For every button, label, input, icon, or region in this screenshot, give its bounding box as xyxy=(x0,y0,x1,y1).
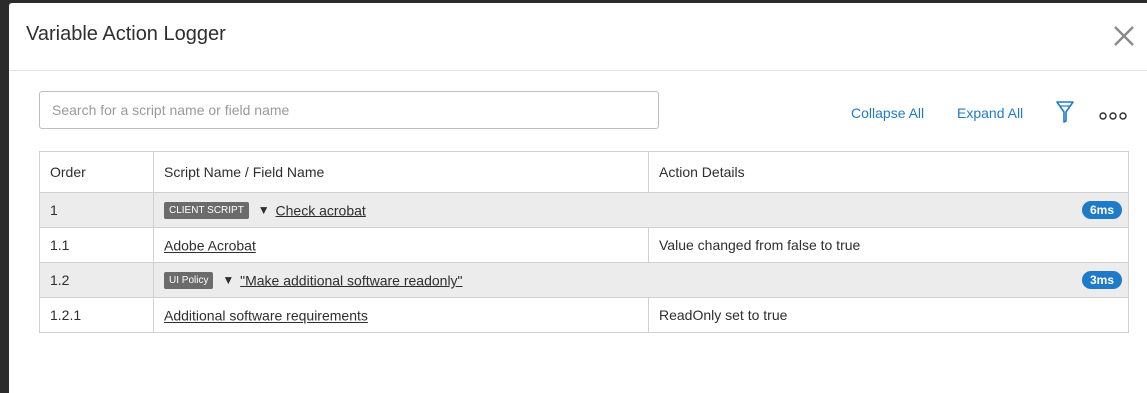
order-cell: 1.2 xyxy=(39,262,154,298)
dialog-title: Variable Action Logger xyxy=(26,23,226,45)
field-cell: Adobe Acrobat xyxy=(153,227,649,263)
table-row: 1.2.1 Additional software requirements R… xyxy=(39,297,1129,333)
variable-action-logger-dialog: Variable Action Logger Collapse All Expa… xyxy=(9,3,1147,393)
column-header-action-details: Action Details xyxy=(648,151,1129,193)
field-link-additional-software-requirements[interactable]: Additional software requirements xyxy=(164,308,368,324)
dialog-header: Variable Action Logger xyxy=(9,3,1147,71)
filter-icon[interactable] xyxy=(1055,100,1075,124)
time-badge: 3ms xyxy=(1081,271,1122,289)
order-cell: 1 xyxy=(39,192,154,228)
policy-link-make-additional-software-readonly[interactable]: "Make additional software readonly" xyxy=(240,272,462,288)
expand-all-link[interactable]: Expand All xyxy=(957,105,1023,121)
field-link-adobe-acrobat[interactable]: Adobe Acrobat xyxy=(164,238,256,254)
backdrop-edge xyxy=(0,0,9,393)
table-header-row: Order Script Name / Field Name Action De… xyxy=(39,151,1129,193)
expand-toggle-icon[interactable]: ▼ xyxy=(258,203,270,217)
order-cell: 1.1 xyxy=(39,227,154,263)
ui-policy-tag: UI Policy xyxy=(164,271,214,289)
action-details-cell: Value changed from false to true xyxy=(648,227,1129,263)
script-cell: UI Policy ▼ "Make additional software re… xyxy=(153,262,1129,298)
close-icon[interactable] xyxy=(1111,23,1137,49)
table-row: 1 CLIENT SCRIPT ▼ Check acrobat 6ms xyxy=(39,192,1129,228)
client-script-tag: CLIENT SCRIPT xyxy=(164,201,249,219)
column-header-order: Order xyxy=(39,151,154,193)
expand-toggle-icon[interactable]: ▼ xyxy=(222,273,234,287)
column-header-script-field: Script Name / Field Name xyxy=(153,151,649,193)
collapse-all-link[interactable]: Collapse All xyxy=(851,105,924,121)
table-row: 1.1 Adobe Acrobat Value changed from fal… xyxy=(39,227,1129,263)
field-cell: Additional software requirements xyxy=(153,297,649,333)
table-row: 1.2 UI Policy ▼ "Make additional softwar… xyxy=(39,262,1129,298)
script-link-check-acrobat[interactable]: Check acrobat xyxy=(276,202,366,218)
script-cell: CLIENT SCRIPT ▼ Check acrobat 6ms xyxy=(153,192,1129,228)
more-icon[interactable] xyxy=(1099,111,1127,121)
search-input[interactable] xyxy=(39,91,659,129)
action-log-table: Order Script Name / Field Name Action De… xyxy=(39,151,1129,333)
order-cell: 1.2.1 xyxy=(39,297,154,333)
action-details-cell: ReadOnly set to true xyxy=(648,297,1129,333)
time-badge: 6ms xyxy=(1081,201,1122,219)
